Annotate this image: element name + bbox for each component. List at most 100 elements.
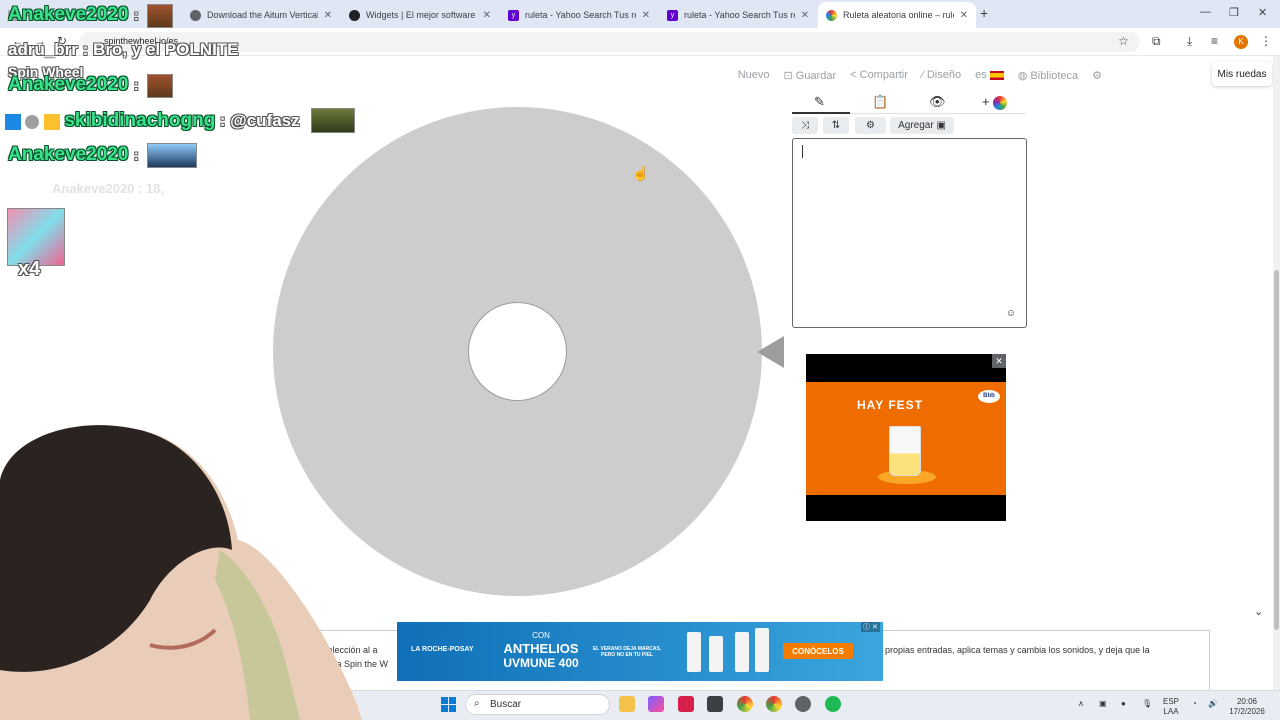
tray-chevron-icon[interactable]: ∧ [1078,699,1084,709]
tab-6-active[interactable]: Ruleta aleatoria online – ruleta ✕ [818,2,976,28]
tray-app-icon[interactable]: ▣ [1099,699,1107,709]
maximize-icon[interactable]: ❐ [1229,6,1239,19]
tab-4[interactable]: y ruleta - Yahoo Search Tus result ✕ [500,4,658,26]
gear-icon: ⚙ [866,120,875,131]
edit-pencil-icon[interactable]: ✎ [814,94,825,110]
scrollbar-thumb[interactable] [1274,270,1279,630]
file-explorer-icon[interactable] [619,696,635,712]
app-w-icon[interactable] [678,696,694,712]
image-icon: ▣ [936,120,946,131]
tray-record-icon[interactable]: ● [1121,699,1126,709]
emote-thumbnail [311,108,355,133]
menu-kebab-icon[interactable]: ⋮ [1260,34,1272,48]
wheel-center-button[interactable] [468,302,567,401]
nuevo-link[interactable]: Nuevo [738,69,770,81]
profile-avatar[interactable]: K [1234,35,1248,49]
spotify-icon[interactable] [825,696,841,712]
tab-title: ruleta - Yahoo Search Tus result [525,10,636,20]
lang-top: ESP [1163,697,1180,706]
chrome-active-icon[interactable] [766,696,782,712]
yahoo-icon: y [508,9,519,21]
chat-message-faded: Anakeve2020 : 18, [52,181,165,196]
guardar-link[interactable]: ⊡ Guardar [784,69,837,82]
diseno-link[interactable]: ⁄ Diseño [922,69,961,81]
hide-eye-icon[interactable]: 👁 [929,94,946,110]
active-tab-indicator [792,112,850,114]
search-placeholder: Buscar [490,699,522,710]
tab-3[interactable]: Widgets | El mejor software par ✕ [341,4,499,26]
taskbar-search[interactable]: ⌕ Buscar [465,694,610,715]
text-caret [802,145,803,158]
banner-cta-button[interactable]: CONÓCELOS [783,643,853,659]
add-wheel-tab[interactable]: + [982,94,1008,110]
new-tab-button[interactable]: + [980,5,988,21]
close-icon[interactable]: ✕ [324,10,332,21]
bottom-ad-banner[interactable]: LA ROCHE-POSAY CON ANTHELIOS UVMUNE 400 … [397,622,883,681]
compartir-link[interactable]: < Compartir [850,69,908,81]
chat-message-2: Anakeve2020 : [8,74,139,96]
wheel-pointer [757,336,784,368]
emoji-icon[interactable]: ☺ [1006,308,1016,319]
chevron-down-icon[interactable]: ⌄ [1254,605,1263,618]
globe-icon: ◍ [1017,69,1031,82]
search-icon: ⌕ [474,698,480,709]
minimize-icon[interactable]: — [1200,6,1211,18]
emote-multiplier: x4 [18,258,41,280]
ad-box[interactable]: HAY FEST Bbb ✕ [806,354,1006,521]
entries-textarea[interactable]: ☺ [792,138,1027,328]
extensions-icon[interactable]: ⧉ [1152,34,1161,49]
banner-brand: LA ROCHE-POSAY [411,646,474,653]
banner-anthelios: ANTHELIOS [503,641,579,656]
product-bottle [755,628,769,672]
close-icon[interactable]: ✕ [801,10,809,21]
ad-image: HAY FEST Bbb [806,382,1006,495]
chat-colon: : [133,77,139,94]
crown-badge-icon [43,113,60,130]
wifi-icon[interactable]: ◔ [1192,699,1197,709]
bookmark-star-icon[interactable]: ☆ [1118,34,1129,48]
store-icon[interactable] [707,696,723,712]
windows-start-icon[interactable] [441,697,456,712]
lang-bottom: LAA [1163,707,1179,716]
close-icon[interactable]: ✕ [483,10,491,21]
add-image-button[interactable]: Agregar ▣ [890,117,954,134]
download-icon[interactable]: ⤓ [1187,34,1192,49]
sort-button[interactable]: ⇅ [823,117,849,134]
close-icon[interactable]: ✕ [960,10,968,21]
share-icon: < [850,69,860,81]
copilot-icon[interactable] [648,696,664,712]
shuffle-button[interactable]: ⤨ [792,117,818,134]
settings-button[interactable]: ⚙ [855,117,886,134]
chat-colon: : [133,7,139,24]
tab-5[interactable]: y ruleta - Yahoo Search Tus result ✕ [659,4,817,26]
ad-close-icon[interactable]: ✕ [992,354,1006,368]
language-selector[interactable]: es [975,69,1004,81]
ad-headline: HAY FEST [857,398,924,412]
chat-username-top: Anakeve2020 : [8,4,139,26]
mis-ruedas-button[interactable]: Mis ruedas [1212,62,1272,86]
volume-icon[interactable]: 🔊 [1208,699,1218,709]
biblioteca-label: Biblioteca [1030,69,1079,82]
language-indicator[interactable]: ESP LAA [1163,697,1179,717]
description-right: propias entradas, aplica temas y cambia … [885,645,1150,655]
moderator-badge-icon [5,113,21,130]
globe-icon [190,9,201,21]
chat-username: adru_brr [8,40,78,59]
chrome-icon[interactable] [737,696,753,712]
banner-tagline: EL VERANO DEJA MARCAS, PERO NO EN TU PIE… [592,646,662,658]
clock-date: 17/2/2026 [1229,707,1265,716]
settings-gear-icon[interactable]: ⚙ [1092,69,1102,82]
tab-2[interactable]: Download the Aitum Vertical Pl ✕ [182,4,340,26]
banner-uvmune: UVMUNE 400 [503,656,579,670]
window-close-icon[interactable]: ✕ [1258,6,1267,19]
clock[interactable]: 20:06 17/2/2026 [1225,697,1269,717]
shuffle-icon: ⤨ [801,120,809,131]
clipboard-icon[interactable]: 📋 [872,94,888,110]
biblioteca-link[interactable]: ◍ Biblioteca [1018,69,1078,82]
obs-icon[interactable] [795,696,811,712]
address-bar[interactable]: spinthewheel.io/es [80,32,1140,52]
media-icon[interactable]: ≡ [1211,34,1218,48]
close-icon[interactable]: ✕ [642,10,650,21]
ad-choices-icon[interactable]: ⓘ ✕ [861,622,880,632]
microphone-icon[interactable]: 🎙 [1142,699,1152,709]
